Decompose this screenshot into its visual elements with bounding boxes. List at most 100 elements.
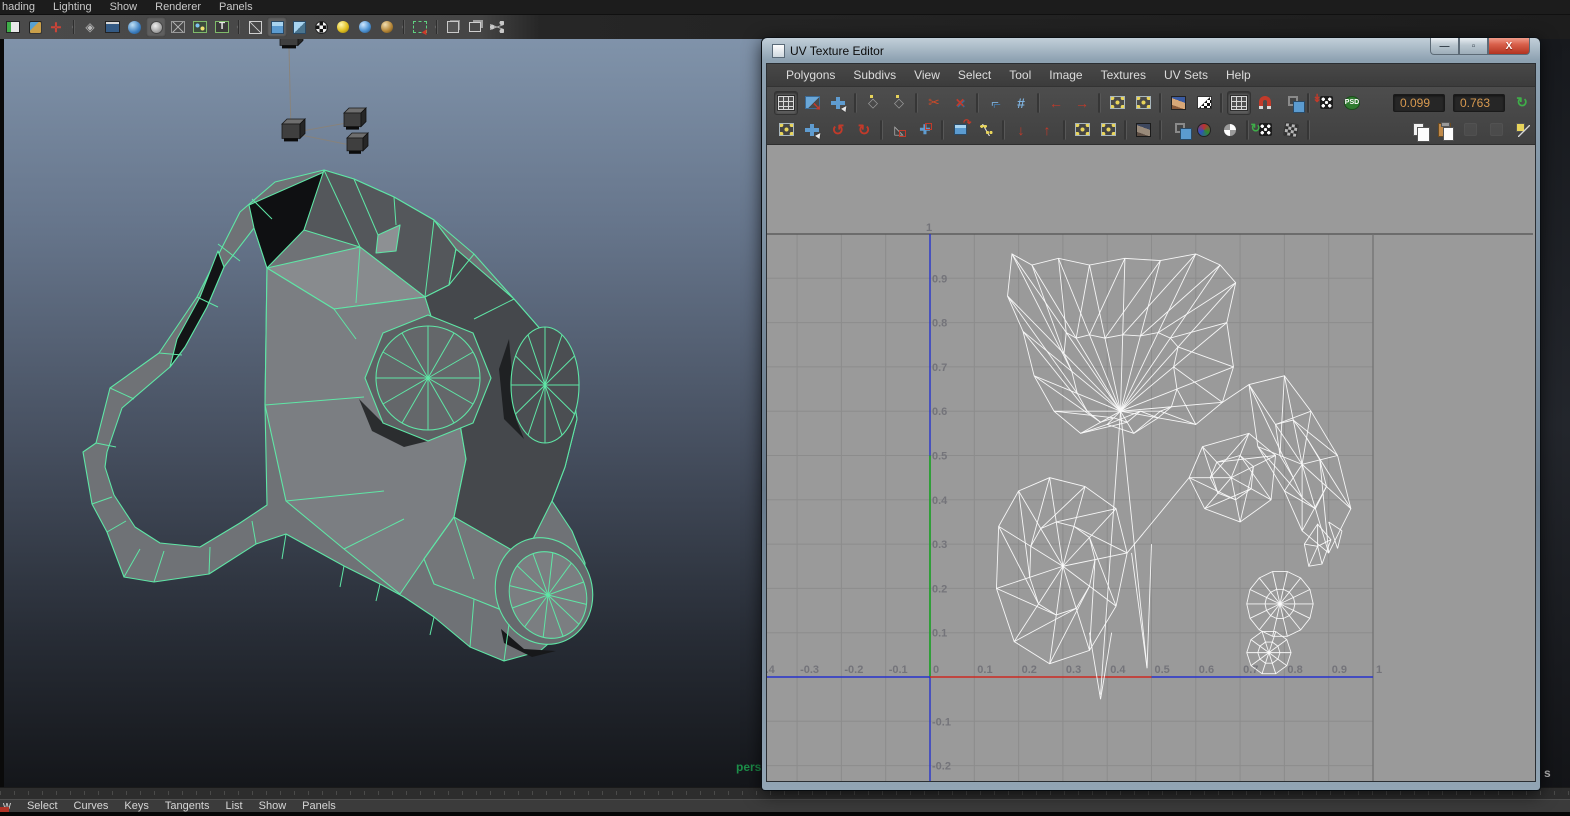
viewport-menubar: hadingLightingShowRendererPanels	[0, 0, 1570, 15]
unfold-icon	[991, 95, 999, 110]
ghost-tool2-icon[interactable]	[1484, 118, 1508, 142]
menu-lighting[interactable]: Lighting	[49, 1, 106, 13]
menu-panels-2[interactable]: Panels	[299, 800, 349, 812]
menu-list[interactable]: List	[223, 800, 256, 812]
uv-menu-help[interactable]: Help	[1217, 68, 1260, 82]
align-down-icon[interactable]	[1009, 118, 1033, 142]
ghost-tool-icon[interactable]	[1458, 118, 1482, 142]
move-vertex-icon[interactable]	[913, 118, 937, 142]
menu-select[interactable]: Select	[24, 800, 71, 812]
wire-cube-icon[interactable]	[245, 17, 265, 37]
sew-uv-icon[interactable]	[948, 91, 972, 115]
move-zoom-icon[interactable]	[47, 17, 67, 37]
uv-window-titlebar[interactable]: UV Texture Editor —▫X	[766, 38, 1536, 63]
share-view-icon[interactable]	[487, 17, 507, 37]
recycle-dice-icon[interactable]	[1253, 118, 1277, 142]
uv-texture-editor-window[interactable]: UV Texture Editor —▫X PolygonsSubdivsVie…	[762, 38, 1540, 790]
align-left-icon[interactable]	[1044, 91, 1068, 115]
select-shell-icon[interactable]	[800, 118, 824, 142]
toggle-checker-icon[interactable]	[1192, 91, 1216, 115]
minimize-button[interactable]: —	[1430, 38, 1459, 55]
smooth-cube-icon[interactable]	[289, 17, 309, 37]
isolate-icon[interactable]	[80, 17, 100, 37]
flip-triangle-icon[interactable]	[887, 118, 911, 142]
uv-menu-textures[interactable]: Textures	[1092, 68, 1155, 82]
uv-menu-uvsets[interactable]: UV Sets	[1155, 68, 1217, 82]
align-up-icon[interactable]	[1035, 118, 1059, 142]
maximize-button[interactable]: ▫	[1459, 38, 1488, 55]
menu-curves[interactable]: Curves	[71, 800, 122, 812]
paint-wand-icon[interactable]	[25, 17, 45, 37]
box-uv-icon[interactable]	[1070, 118, 1094, 142]
update-psd-icon[interactable]	[1340, 91, 1364, 115]
uv-menu-tool[interactable]: Tool	[1000, 68, 1040, 82]
film-gate-icon[interactable]	[102, 17, 122, 37]
shaded-sphere-icon[interactable]	[124, 17, 144, 37]
uv-menu-subdivs[interactable]: Subdivs	[844, 68, 905, 82]
overlap-icon[interactable]	[1166, 118, 1190, 142]
move-uv-shell-icon	[831, 97, 845, 109]
texture-icon[interactable]	[212, 17, 232, 37]
low-quality-icon[interactable]	[443, 17, 463, 37]
all-lights-icon[interactable]	[355, 17, 375, 37]
cube-uv-icon[interactable]	[948, 118, 972, 142]
uv-image-icon[interactable]	[1166, 91, 1190, 115]
display-grid-icon[interactable]	[774, 91, 798, 115]
layout-grid-icon[interactable]	[1009, 91, 1033, 115]
uv-canvas[interactable]: -0.4-0.3-0.2-0.100.10.20.30.40.50.60.70.…	[767, 145, 1535, 781]
menu-renderer[interactable]: Renderer	[151, 1, 215, 13]
snap-point-icon[interactable]	[1510, 118, 1534, 142]
randomize-icon[interactable]	[1314, 91, 1338, 115]
shade-uvs-icon[interactable]	[1279, 91, 1303, 115]
menu-shading[interactable]: hading	[0, 1, 49, 13]
snap-book-icon[interactable]	[3, 17, 23, 37]
snap-box-add-icon[interactable]	[1131, 91, 1155, 115]
rotate-cw-icon[interactable]	[852, 118, 876, 142]
rgb-channel-icon[interactable]	[1192, 118, 1216, 142]
v-coordinate-field[interactable]: 0.763	[1453, 94, 1505, 112]
xray-icon[interactable]	[168, 17, 188, 37]
wireframe-circle-icon[interactable]	[146, 17, 166, 37]
svg-text:-0.1: -0.1	[889, 664, 908, 676]
grid-small-icon[interactable]	[774, 118, 798, 142]
ghost-tool-icon	[1464, 123, 1477, 136]
close-button[interactable]: X	[1488, 38, 1530, 55]
move-uv-shell-icon[interactable]	[826, 91, 850, 115]
menu-show[interactable]: Show	[106, 1, 152, 13]
menu-show-2[interactable]: Show	[256, 800, 300, 812]
window-title: UV Texture Editor	[790, 44, 884, 58]
uv-menu-view[interactable]: View	[905, 68, 949, 82]
default-light-icon[interactable]	[333, 17, 353, 37]
paste-icon[interactable]	[1432, 118, 1456, 142]
refresh-icon[interactable]	[1510, 91, 1534, 115]
dim-checker-icon[interactable]	[1279, 118, 1303, 142]
box-uv-minus-icon[interactable]	[1096, 118, 1120, 142]
menu-tangents[interactable]: Tangents	[162, 800, 223, 812]
grid-display-icon[interactable]	[1227, 91, 1251, 115]
split-uv-icon[interactable]	[974, 118, 998, 142]
rotate-ccw-icon[interactable]	[826, 118, 850, 142]
flip-u-icon[interactable]	[861, 91, 885, 115]
copy-icon[interactable]	[1406, 118, 1430, 142]
uv-menu-select[interactable]: Select	[949, 68, 1000, 82]
shaded-cube-icon[interactable]	[267, 17, 287, 37]
menu-keys[interactable]: Keys	[121, 800, 161, 812]
snap-box-icon[interactable]	[1105, 91, 1129, 115]
select-tool-icon[interactable]	[410, 17, 430, 37]
pixel-snap-icon[interactable]	[1253, 91, 1277, 115]
uv-lattice-icon[interactable]	[800, 91, 824, 115]
unfold-icon[interactable]	[983, 91, 1007, 115]
alpha-channel-icon[interactable]	[1218, 118, 1242, 142]
uv-menu-polygons[interactable]: Polygons	[777, 68, 844, 82]
uv-image-dim-icon[interactable]	[1131, 118, 1155, 142]
align-right-icon[interactable]	[1070, 91, 1094, 115]
checker-sphere-icon[interactable]	[311, 17, 331, 37]
menu-panels[interactable]: Panels	[215, 1, 267, 13]
cut-uv-icon[interactable]	[922, 91, 946, 115]
textured-light-icon[interactable]	[377, 17, 397, 37]
uv-menu-image[interactable]: Image	[1040, 68, 1091, 82]
u-coordinate-field[interactable]: 0.099	[1393, 94, 1445, 112]
lights-icon[interactable]	[190, 17, 210, 37]
flip-v-icon[interactable]	[887, 91, 911, 115]
frame-layout-icon[interactable]	[465, 17, 485, 37]
